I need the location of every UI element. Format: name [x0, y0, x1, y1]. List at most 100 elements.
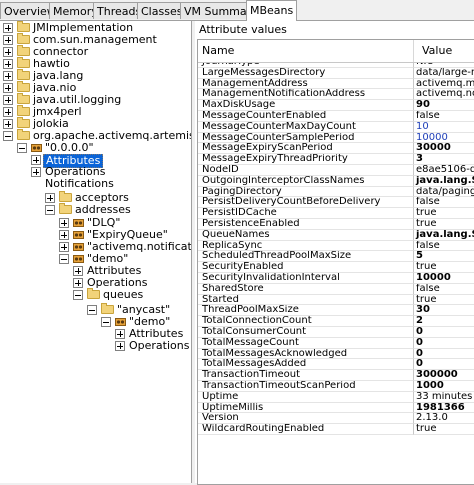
column-header-value[interactable]: Value — [414, 40, 474, 62]
expand-icon[interactable] — [3, 71, 13, 81]
tree-node[interactable]: com.sun.management — [0, 33, 191, 46]
expand-icon[interactable] — [3, 59, 13, 69]
attribute-value[interactable]: 90 — [414, 100, 474, 111]
table-row[interactable]: UptimeMillis 1981366 — [198, 402, 474, 414]
table-row[interactable]: MaxDiskUsage 90 — [198, 100, 474, 111]
expand-icon[interactable] — [59, 230, 69, 240]
attribute-value[interactable]: activemq.ma — [414, 79, 474, 90]
attribute-value[interactable]: java.lang.S — [414, 176, 474, 187]
attribute-value[interactable]: false — [414, 197, 474, 209]
collapse-icon[interactable] — [87, 305, 97, 315]
table-row[interactable]: MessageCounterSamplePeriod 10000 — [198, 132, 474, 144]
attribute-value[interactable]: 30 — [414, 305, 474, 317]
tree-node[interactable]: "0.0.0.0" — [0, 142, 191, 154]
expand-icon[interactable] — [73, 278, 83, 288]
table-row[interactable]: Uptime 33 minutes — [198, 391, 474, 403]
expand-icon[interactable] — [3, 83, 13, 93]
column-header-name[interactable]: Name — [198, 40, 414, 62]
collapse-icon[interactable] — [59, 254, 69, 264]
tree-node[interactable]: Notifications — [0, 178, 191, 190]
table-row[interactable]: ThreadPoolMaxSize 30 — [198, 305, 474, 317]
attribute-value[interactable]: 0 — [414, 359, 474, 371]
attribute-value[interactable]: 0 — [414, 338, 474, 349]
attribute-value[interactable]: true — [414, 208, 474, 219]
table-row[interactable]: MessageCounterMaxDayCount 10 — [198, 121, 474, 133]
attribute-value[interactable]: 0 — [414, 327, 474, 338]
attribute-value[interactable]: 2 — [414, 316, 474, 327]
attribute-value[interactable]: 0 — [414, 349, 474, 360]
table-row[interactable]: NodeID e8ae5106-d — [198, 165, 474, 176]
table-row[interactable]: Version 2.13.0 — [198, 413, 474, 425]
table-row[interactable]: ManagementNotificationAddress activemq.no — [198, 89, 474, 101]
attribute-value[interactable]: 30000 — [414, 143, 474, 155]
table-row[interactable]: MessageCounterEnabled false — [198, 111, 474, 122]
attribute-value[interactable]: false — [414, 284, 474, 295]
table-row[interactable]: MessageExpiryThreadPriority 3 — [198, 154, 474, 165]
collapse-icon[interactable] — [45, 205, 55, 215]
attribute-value[interactable]: data/paging — [414, 187, 474, 198]
expand-icon[interactable] — [3, 95, 13, 105]
expand-icon[interactable] — [3, 107, 13, 117]
table-row[interactable]: ScheduledThreadPoolMaxSize 5 — [198, 251, 474, 263]
tree-node[interactable]: hawtio — [0, 57, 191, 70]
expand-icon[interactable] — [3, 119, 13, 129]
table-row[interactable]: TotalMessagesAcknowledged 0 — [198, 348, 474, 360]
expand-icon[interactable] — [31, 155, 41, 165]
table-row[interactable]: TotalConsumerCount 0 — [198, 327, 474, 338]
attribute-value[interactable]: 300000 — [414, 370, 474, 381]
attribute-value[interactable]: 10000 — [414, 273, 474, 284]
table-row[interactable]: TransactionTimeoutScanPeriod 1000 — [198, 381, 474, 392]
expand-icon[interactable] — [115, 341, 125, 351]
expand-icon[interactable] — [3, 23, 13, 33]
table-row[interactable]: PersistIDCache true — [198, 208, 474, 219]
table-row[interactable]: WildcardRoutingEnabled true — [198, 424, 474, 435]
attribute-value[interactable]: activemq.no — [414, 89, 474, 101]
table-row[interactable]: PersistDeliveryCountBeforeDelivery false — [198, 197, 474, 209]
collapse-icon[interactable] — [101, 317, 111, 327]
attribute-value[interactable]: 33 minutes — [414, 392, 474, 403]
table-row[interactable]: Started true — [198, 294, 474, 306]
tab-mbeans[interactable]: MBeans — [246, 0, 298, 21]
collapse-icon[interactable] — [17, 143, 27, 153]
mbean-tree[interactable]: JMImplementation com.sun.management connec… — [0, 21, 192, 483]
table-row[interactable]: ManagementAddressactivemq.ma — [198, 78, 474, 90]
table-row[interactable]: TotalMessageCount 0 — [198, 337, 474, 349]
table-row[interactable]: SecurityInvalidationInterval 10000 — [198, 273, 474, 284]
attribute-value[interactable]: 5 — [414, 251, 474, 263]
table-row[interactable]: PagingDirectory data/paging — [198, 186, 474, 198]
table-row[interactable]: MessageExpiryScanPeriod 30000 — [198, 143, 474, 155]
attribute-value[interactable]: data/large-m — [414, 68, 474, 79]
attribute-value[interactable]: 1000 — [414, 381, 474, 392]
attribute-value[interactable]: false — [414, 111, 474, 122]
attribute-value[interactable]: true — [414, 219, 474, 230]
attribute-value[interactable]: 10000 — [414, 133, 474, 144]
tree-node[interactable]: jmx4perl — [0, 105, 191, 118]
table-row[interactable]: SecurityEnabled true — [198, 262, 474, 273]
tree-node[interactable]: queues — [0, 288, 191, 301]
expand-icon[interactable] — [73, 266, 83, 276]
tree-node[interactable]: connector — [0, 45, 191, 58]
collapse-icon[interactable] — [73, 290, 83, 300]
table-row[interactable]: LargeMessagesDirectorydata/large-m — [198, 67, 474, 79]
expand-icon[interactable] — [59, 218, 69, 228]
table-row[interactable]: SharedStore false — [198, 283, 474, 295]
table-row[interactable]: OutgoingInterceptorClassNames java.lang.S — [198, 175, 474, 187]
table-row[interactable]: ReplicaSync false — [198, 240, 474, 252]
tree-node[interactable]: org.apache.activemq.artemis — [0, 129, 191, 142]
attribute-value[interactable]: true — [414, 262, 474, 273]
expand-icon[interactable] — [3, 35, 13, 45]
expand-icon[interactable] — [3, 47, 13, 57]
attribute-value[interactable]: 2.13.0 — [414, 413, 474, 425]
table-row[interactable]: PersistenceEnabled true — [198, 219, 474, 230]
table-row[interactable]: TotalMessagesAdded 0 — [198, 359, 474, 371]
table-row[interactable]: TransactionTimeout 300000 — [198, 370, 474, 381]
tree-node[interactable]: Operations — [0, 277, 191, 289]
attribute-value[interactable]: false — [414, 241, 474, 252]
attribute-value[interactable]: 10 — [414, 122, 474, 133]
attribute-value[interactable]: e8ae5106-d — [414, 165, 474, 176]
table-row[interactable]: TotalConnectionCount 2 — [198, 316, 474, 327]
collapse-icon[interactable] — [3, 131, 13, 141]
attribute-value[interactable]: true — [414, 424, 474, 435]
tree-node[interactable]: Operations — [0, 340, 191, 352]
expand-icon[interactable] — [45, 193, 55, 203]
